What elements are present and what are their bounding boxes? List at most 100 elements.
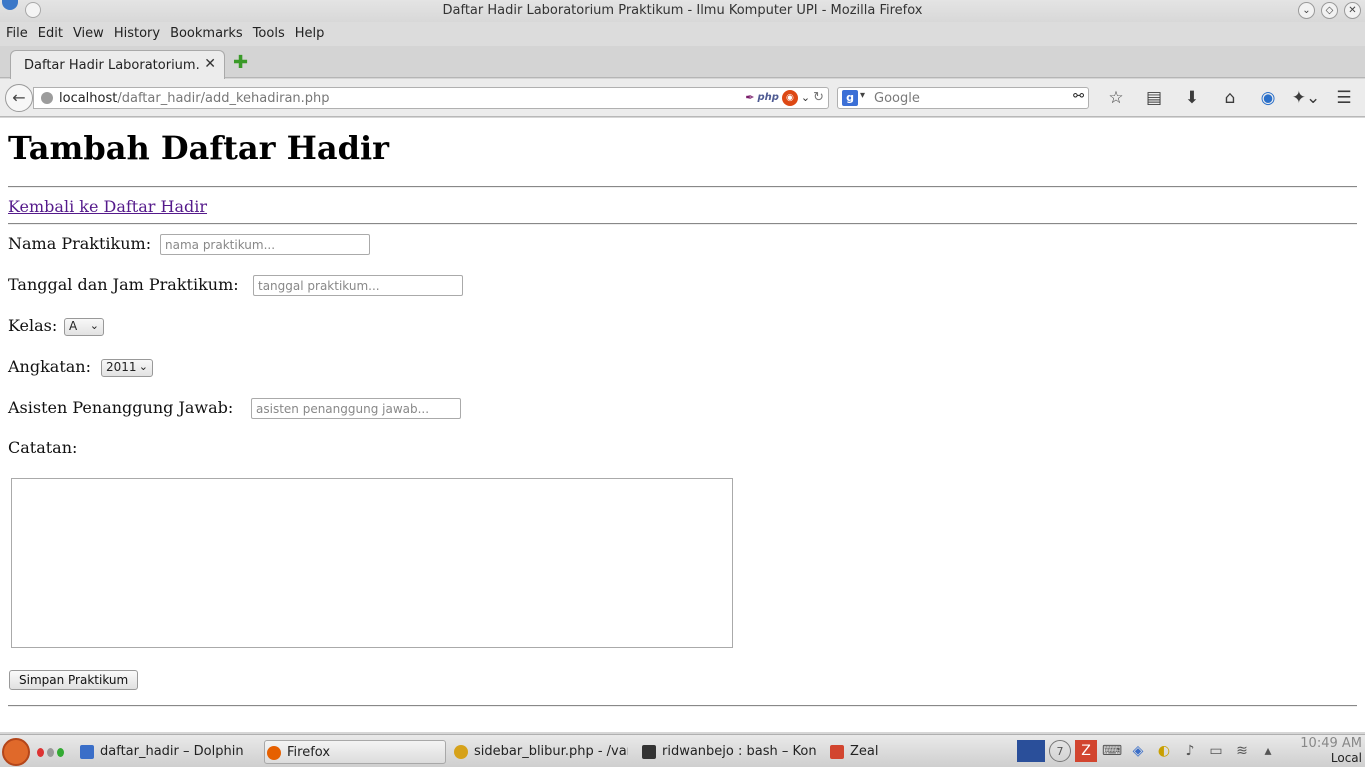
menu-bar: File Edit View History Bookmarks Tools H…	[0, 22, 1365, 46]
page-title: Tambah Daftar Hadir	[8, 129, 389, 167]
search-input[interactable]	[874, 90, 1064, 106]
gray-dot-icon	[47, 748, 54, 757]
back-button[interactable]: ←	[5, 84, 33, 112]
task-editor[interactable]: sidebar_blibur.php - /var/	[452, 740, 628, 764]
urlbar-addons: ✒ php ◉ ⌄ ↻	[745, 90, 824, 106]
volume-icon[interactable]: ♪	[1179, 740, 1201, 762]
binoculars-icon[interactable]: ⚯	[1073, 89, 1084, 104]
addon-icon[interactable]: ✦⌄	[1287, 87, 1325, 109]
tanggal-praktikum-label: Tanggal dan Jam Praktikum:	[8, 275, 239, 294]
dolphin-icon	[80, 745, 94, 759]
system-taskbar: daftar_hadir – Dolphin Firefox sidebar_b…	[0, 734, 1365, 767]
asisten-label: Asisten Penanggung Jawab:	[8, 398, 234, 417]
asisten-input[interactable]	[251, 398, 461, 419]
navigation-toolbar: localhost/daftar_hadir/add_kehadiran.php…	[0, 79, 1365, 117]
angkatan-label: Angkatan:	[8, 357, 91, 376]
address-url[interactable]: localhost/daftar_hadir/add_kehadiran.php	[59, 91, 330, 106]
network-icon[interactable]: ⌨	[1101, 740, 1123, 762]
kelas-label: Kelas:	[8, 316, 58, 335]
clock[interactable]: 10:49 AM Local	[1300, 736, 1362, 766]
window-titlebar: Daftar Hadir Laboratorium Praktikum - Il…	[0, 0, 1365, 22]
catatan-label: Catatan:	[8, 438, 78, 457]
engine-dropdown-icon[interactable]: ▾	[860, 90, 865, 101]
menu-icon[interactable]: ☰	[1325, 87, 1363, 109]
new-tab-icon[interactable]: ✚	[233, 54, 248, 72]
nama-praktikum-input[interactable]	[160, 234, 370, 255]
angkatan-select[interactable]: 2011 ⌄	[101, 359, 153, 377]
menu-bookmarks[interactable]: Bookmarks	[170, 22, 249, 46]
menu-file[interactable]: File	[6, 22, 34, 46]
close-window-button[interactable]: ✕	[1344, 2, 1361, 19]
wifi-icon[interactable]: ≋	[1231, 740, 1253, 762]
firefox-icon	[267, 746, 281, 760]
notification-badge[interactable]: 7	[1049, 740, 1071, 762]
task-konsole[interactable]: ridwanbejo : bash – Konso	[640, 740, 816, 764]
editor-icon	[454, 745, 468, 759]
kelas-selected-value: A	[69, 319, 78, 333]
php-addon-icon[interactable]: php	[757, 90, 778, 106]
terminal-icon	[642, 745, 656, 759]
task-zeal[interactable]: Zeal	[828, 740, 928, 764]
clock-time: 10:49 AM	[1300, 736, 1362, 751]
google-engine-icon[interactable]: g	[842, 90, 858, 106]
menu-help[interactable]: Help	[295, 22, 331, 46]
task-label: Zeal	[850, 744, 879, 759]
task-firefox[interactable]: Firefox	[264, 740, 446, 764]
language-icon[interactable]: ◈	[1127, 740, 1149, 762]
task-label: sidebar_blibur.php - /var/	[474, 744, 628, 759]
divider-bottom	[8, 705, 1357, 707]
start-menu-button[interactable]	[2, 738, 30, 766]
tab-daftar-hadir[interactable]: Daftar Hadir Laboratorium... ✕	[10, 50, 225, 79]
menu-edit[interactable]: Edit	[38, 22, 69, 46]
menu-view[interactable]: View	[73, 22, 110, 46]
pocket-icon[interactable]: ◉	[1249, 87, 1287, 109]
tanggal-praktikum-input[interactable]	[253, 275, 463, 296]
maximize-button[interactable]: ◇	[1321, 2, 1338, 19]
download-icon[interactable]: ⬇	[1173, 87, 1211, 109]
divider-top	[8, 186, 1357, 188]
reload-icon[interactable]: ↻	[813, 90, 824, 106]
bulb-icon[interactable]: ◐	[1153, 740, 1175, 762]
chevron-down-icon: ⌄	[138, 360, 148, 373]
reading-list-icon[interactable]: ▤	[1135, 87, 1173, 109]
close-tab-icon[interactable]: ✕	[204, 56, 216, 72]
system-tray: 7 Z ⌨ ◈ ◐ ♪ ▭ ≋ ▴	[1017, 740, 1279, 762]
back-arrow-icon: ←	[12, 88, 26, 107]
green-dot-icon	[57, 748, 64, 757]
page-content: Tambah Daftar Hadir Kembali ke Daftar Ha…	[0, 118, 1365, 732]
chevron-down-icon: ⌄	[89, 319, 99, 332]
feather-addon-icon[interactable]: ✒	[745, 90, 754, 106]
divider-below-link	[8, 223, 1357, 225]
star-icon[interactable]: ☆	[1097, 87, 1135, 109]
task-label: daftar_hadir – Dolphin	[100, 744, 244, 759]
minimize-button[interactable]: ⌄	[1298, 2, 1315, 19]
tab-label: Daftar Hadir Laboratorium...	[24, 58, 199, 73]
clock-zone: Local	[1330, 751, 1362, 765]
ubuntu-addon-icon[interactable]: ◉	[781, 90, 798, 106]
angkatan-selected-value: 2011	[106, 360, 137, 374]
task-label: ridwanbejo : bash – Konso	[662, 744, 816, 759]
red-dot-icon	[37, 748, 44, 757]
catatan-textarea[interactable]	[11, 478, 733, 648]
activity-switcher[interactable]	[37, 748, 64, 757]
desktop-pager-icon[interactable]	[1017, 740, 1045, 762]
search-bar[interactable]: g ▾ ⚯	[837, 87, 1089, 109]
tab-strip: Daftar Hadir Laboratorium... ✕	[0, 46, 1365, 79]
kelas-select[interactable]: A ⌄	[64, 318, 104, 336]
simpan-praktikum-button[interactable]: Simpan Praktikum	[9, 670, 139, 690]
site-identity-icon[interactable]	[41, 92, 53, 104]
filezilla-icon[interactable]: Z	[1075, 740, 1097, 762]
dropdown-arrow-icon[interactable]: ⌄	[801, 90, 810, 106]
menu-tools[interactable]: Tools	[253, 22, 291, 46]
tray-expand-icon[interactable]: ▴	[1257, 740, 1279, 762]
clipboard-icon[interactable]: ▭	[1205, 740, 1227, 762]
window-title: Daftar Hadir Laboratorium Praktikum - Il…	[442, 3, 923, 18]
address-bar[interactable]: localhost/daftar_hadir/add_kehadiran.php…	[33, 87, 829, 109]
nama-praktikum-label: Nama Praktikum:	[8, 234, 152, 253]
menu-history[interactable]: History	[114, 22, 166, 46]
task-dolphin[interactable]: daftar_hadir – Dolphin	[78, 740, 258, 764]
zeal-icon	[830, 745, 844, 759]
home-icon[interactable]: ⌂	[1211, 87, 1249, 109]
task-label: Firefox	[287, 745, 331, 760]
back-to-list-link[interactable]: Kembali ke Daftar Hadir	[8, 197, 207, 216]
